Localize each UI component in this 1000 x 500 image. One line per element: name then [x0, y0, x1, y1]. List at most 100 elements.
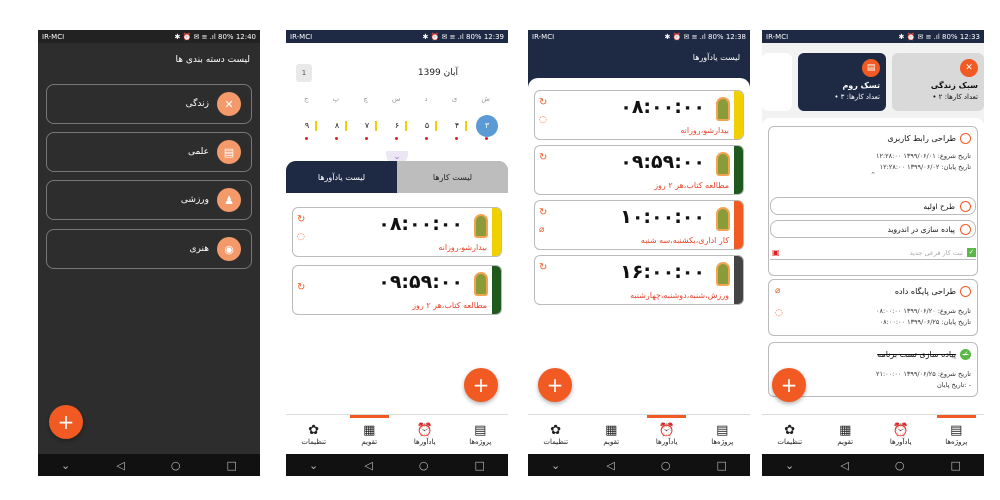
bell-icon [716, 262, 730, 286]
task-checkbox[interactable] [960, 286, 971, 297]
reminder-card[interactable]: ۰۹:۵۹:۰۰ مطالعه کتاب،هر ۲ روز ↻ [534, 145, 744, 195]
carrier-text: IR-MCI [532, 32, 555, 41]
category-life[interactable]: زندگی ✕ [46, 84, 252, 124]
trash-icon[interactable]: ▣ [772, 248, 780, 257]
nav-settings[interactable]: ✿ تنظیمات [528, 415, 584, 454]
task-end: تاریخ پایان: ۱۳۹۹/۰۶/۰۲ ۱۲:۲۸:۰۰ [879, 163, 971, 171]
new-subtask-input[interactable]: ▣ ثبت کار فرعی جدید ✓ [770, 246, 976, 260]
subtask-item[interactable]: طرح اولیه [770, 197, 976, 215]
bottom-nav: ✿ تنظیمات ▦ تقویم ⏰ یادآورها ▤ پروژه‌ها [286, 414, 508, 454]
confirm-icon[interactable]: ✓ [967, 248, 976, 257]
task-checkbox-done[interactable]: ✓ [960, 349, 971, 360]
chevron-up-icon[interactable]: ⌃ [775, 171, 971, 179]
nav-calendar[interactable]: ▦ تقویم [584, 415, 640, 454]
nav-projects[interactable]: ▤ پروژه‌ها [453, 415, 509, 454]
day-cell[interactable]: ۸ [326, 115, 348, 140]
tab-tasks[interactable]: لیست کارها [397, 161, 508, 193]
subtask-checkbox[interactable] [960, 200, 971, 212]
project-card[interactable]: ✕ سبک زندگی • تعداد کارها: ۲ [892, 53, 984, 111]
project-count: • تعداد کارها: ۳ [834, 93, 880, 101]
category-sport[interactable]: ورزشی ♟ [46, 180, 252, 220]
reminder-card[interactable]: ۱۰:۰۰:۰۰ کار اداری،یکشنبه،سه شنبه ↻ ⌀ [534, 200, 744, 250]
category-science[interactable]: علمی ▤ [46, 132, 252, 172]
nav-reminders[interactable]: ⏰ یادآورها [397, 415, 453, 454]
reminder-card[interactable]: ۱۶:۰۰:۰۰ ورزش،شنبه،دوشنبه،چهارشنبه ↻ [534, 255, 744, 305]
nav-calendar[interactable]: ▦ تقویم [818, 415, 874, 454]
reminder-label: بیدارشو،روزانه [680, 126, 729, 135]
attachment-icon: ⌀ [539, 225, 545, 235]
subtask-checkbox[interactable] [960, 223, 971, 235]
day-cell-today[interactable]: ۳ [476, 115, 498, 140]
bell-icon [474, 214, 488, 238]
category-art[interactable]: هنری ◉ [46, 229, 252, 269]
runner-icon: ♟ [217, 188, 241, 212]
nav-settings[interactable]: ✿ تنظیمات [286, 415, 342, 454]
home-icon[interactable]: ○ [171, 459, 181, 472]
chevron-down-icon[interactable]: ⌄ [785, 459, 794, 472]
reminder-time: ۰۹:۵۹:۰۰ [378, 271, 463, 293]
nav-settings[interactable]: ✿ تنظیمات [762, 415, 818, 454]
carrier-text: IR-MCI [290, 32, 313, 41]
month-button[interactable]: 1 [296, 64, 312, 82]
nav-calendar[interactable]: ▦ تقویم [342, 415, 398, 454]
reminder-label: ورزش،شنبه،دوشنبه،چهارشنبه [630, 291, 729, 300]
home-icon[interactable]: ○ [419, 459, 429, 472]
add-reminder-button[interactable]: + [538, 368, 572, 402]
nav-reminders[interactable]: ⏰ یادآورها [873, 415, 929, 454]
task-card[interactable]: طراحی پایگاه داده ⌀ ◌ تاریخ شروع: ۱۳۹۹/۰… [768, 279, 978, 336]
reminder-time: ۰۹:۵۹:۰۰ [620, 151, 705, 173]
status-time: ✱ ⏰ ✉ ≡ .ıl 80% 12:33 [898, 32, 980, 41]
chevron-down-icon[interactable]: ⌄ [551, 459, 560, 472]
repeat-icon: ↻ [539, 97, 548, 108]
alarm-icon: ⏰ [892, 422, 909, 438]
tab-reminders[interactable]: لیست یادآورها [286, 161, 397, 193]
list-icon: ▤ [950, 422, 963, 438]
reminder-time: ۰۸:۰۰:۰۰ [378, 213, 463, 235]
android-nav-bar: ⌄ ◁ ○ □ [762, 454, 984, 476]
nav-reminders[interactable]: ⏰ یادآورها [639, 415, 695, 454]
task-checkbox[interactable] [960, 133, 971, 144]
recents-icon[interactable]: □ [475, 459, 485, 472]
day-cell[interactable]: ۷ [356, 115, 378, 140]
status-time: ✱ ⏰ ✉ ≡ .ıl 80% 12:38 [664, 32, 746, 41]
fork-knife-icon: ✕ [960, 59, 978, 77]
reminder-card[interactable]: ۰۸:۰۰:۰۰ بیدارشو،روزانه ↻ ◌ [292, 207, 502, 257]
day-cell[interactable]: ۴ [446, 115, 468, 140]
reminder-card[interactable]: ۰۸:۰۰:۰۰ بیدارشو،روزانه ↻ ◌ [534, 90, 744, 140]
subtask-item[interactable]: پیاده سازی در اندروید [770, 220, 976, 238]
project-title: تسک روم [842, 81, 880, 90]
carrier-text: IR-MCI [766, 32, 789, 41]
reminder-time: ۱۶:۰۰:۰۰ [620, 261, 705, 283]
home-icon[interactable]: ○ [895, 459, 905, 472]
book-icon: ▤ [862, 59, 880, 77]
project-card[interactable]: ▤ تسک روم • تعداد کارها: ۳ [798, 53, 886, 111]
gear-icon: ✿ [784, 422, 796, 438]
day-cell[interactable]: ۵ [416, 115, 438, 140]
project-card-partial[interactable] [762, 53, 792, 111]
category-label: هنری [189, 244, 209, 254]
add-task-button[interactable]: + [772, 368, 806, 402]
palette-icon: ◉ [217, 237, 241, 261]
phone-calendar: IR-MCI ✱ ⏰ ✉ ≡ .ıl 80% 12:39 1 آبان 1399… [286, 30, 508, 476]
recents-icon[interactable]: □ [717, 459, 727, 472]
day-cell[interactable]: ۶ [386, 115, 408, 140]
category-label: ورزشی [180, 195, 209, 205]
status-time: ✱ ⏰ ✉ ≡ .ıl 80% 12:39 [422, 32, 504, 41]
nav-projects[interactable]: ▤ پروژه‌ها [929, 415, 985, 454]
home-icon[interactable]: ○ [661, 459, 671, 472]
reminder-label: مطالعه کتاب،هر ۲ روز [654, 181, 729, 190]
task-start: تاریخ شروع: ۱۳۹۹/۰۶/۰۱ ۱۲:۲۸:۰۰ [875, 152, 971, 160]
back-icon[interactable]: ◁ [364, 459, 372, 472]
back-icon[interactable]: ◁ [116, 459, 124, 472]
back-icon[interactable]: ◁ [606, 459, 614, 472]
day-cell[interactable]: ۹ [296, 115, 318, 140]
chevron-down-icon[interactable]: ⌄ [309, 459, 318, 472]
recents-icon[interactable]: □ [951, 459, 961, 472]
recents-icon[interactable]: □ [227, 459, 237, 472]
reminder-card[interactable]: ۰۹:۵۹:۰۰ مطالعه کتاب،هر ۲ روز ↻ [292, 265, 502, 315]
chevron-down-icon[interactable]: ⌄ [61, 459, 70, 472]
add-reminder-button[interactable]: + [464, 368, 498, 402]
nav-projects[interactable]: ▤ پروژه‌ها [695, 415, 751, 454]
add-category-button[interactable]: + [49, 405, 83, 439]
back-icon[interactable]: ◁ [840, 459, 848, 472]
